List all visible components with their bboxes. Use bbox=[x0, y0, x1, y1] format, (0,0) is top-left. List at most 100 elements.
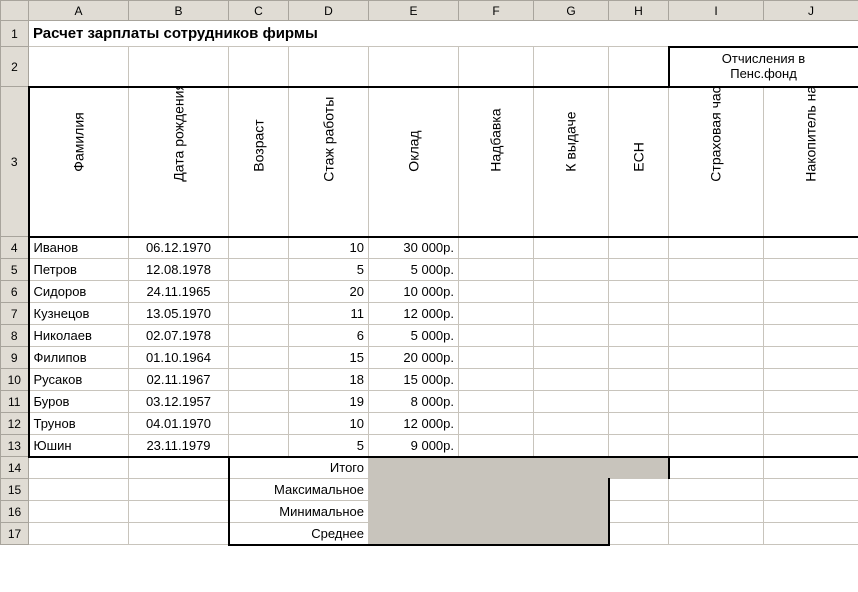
summary-val-F16[interactable] bbox=[459, 501, 534, 523]
cell-surname[interactable]: Трунов bbox=[29, 413, 129, 435]
cell-surname[interactable]: Иванов bbox=[29, 237, 129, 259]
col-header-I[interactable]: I bbox=[669, 1, 764, 21]
cell-accum[interactable] bbox=[764, 391, 858, 413]
cell-age[interactable] bbox=[229, 303, 289, 325]
cell-tenure[interactable]: 19 bbox=[289, 391, 369, 413]
cell-tenure[interactable]: 18 bbox=[289, 369, 369, 391]
row-header-2[interactable]: 2 bbox=[1, 47, 29, 87]
row-header-13[interactable]: 13 bbox=[1, 435, 29, 457]
cell-surname[interactable]: Сидоров bbox=[29, 281, 129, 303]
cell-F2[interactable] bbox=[459, 47, 534, 87]
cell-A15[interactable] bbox=[29, 479, 129, 501]
summary-val-G14[interactable] bbox=[534, 457, 609, 479]
cell-A2[interactable] bbox=[29, 47, 129, 87]
hdr-salary[interactable]: Оклад bbox=[369, 87, 459, 237]
cell-age[interactable] bbox=[229, 237, 289, 259]
cell-dob[interactable]: 04.01.1970 bbox=[129, 413, 229, 435]
cell-E2[interactable] bbox=[369, 47, 459, 87]
cell-H17[interactable] bbox=[609, 523, 669, 545]
row-header-17[interactable]: 17 bbox=[1, 523, 29, 545]
hdr-bonus[interactable]: Надбавка bbox=[459, 87, 534, 237]
cell-insur[interactable] bbox=[669, 325, 764, 347]
select-all-corner[interactable] bbox=[1, 1, 29, 21]
cell-bonus[interactable] bbox=[459, 303, 534, 325]
cell-D2[interactable] bbox=[289, 47, 369, 87]
hdr-surname[interactable]: Фамилия bbox=[29, 87, 129, 237]
row-header-14[interactable]: 14 bbox=[1, 457, 29, 479]
summary-label-avg[interactable]: Среднее bbox=[229, 523, 369, 545]
summary-val-E15[interactable] bbox=[369, 479, 459, 501]
cell-esn[interactable] bbox=[609, 259, 669, 281]
summary-val-G16[interactable] bbox=[534, 501, 609, 523]
cell-B2[interactable] bbox=[129, 47, 229, 87]
cell-accum[interactable] bbox=[764, 237, 858, 259]
cell-insur[interactable] bbox=[669, 237, 764, 259]
row-header-7[interactable]: 7 bbox=[1, 303, 29, 325]
cell-esn[interactable] bbox=[609, 435, 669, 457]
cell-A14[interactable] bbox=[29, 457, 129, 479]
cell-bonus[interactable] bbox=[459, 259, 534, 281]
summary-val-F15[interactable] bbox=[459, 479, 534, 501]
cell-topay[interactable] bbox=[534, 259, 609, 281]
cell-salary[interactable]: 15 000р. bbox=[369, 369, 459, 391]
cell-I15[interactable] bbox=[669, 479, 764, 501]
cell-accum[interactable] bbox=[764, 369, 858, 391]
summary-val-F14[interactable] bbox=[459, 457, 534, 479]
cell-dob[interactable]: 03.12.1957 bbox=[129, 391, 229, 413]
cell-insur[interactable] bbox=[669, 413, 764, 435]
cell-surname[interactable]: Николаев bbox=[29, 325, 129, 347]
cell-age[interactable] bbox=[229, 391, 289, 413]
cell-tenure[interactable]: 15 bbox=[289, 347, 369, 369]
cell-accum[interactable] bbox=[764, 435, 858, 457]
cell-dob[interactable]: 23.11.1979 bbox=[129, 435, 229, 457]
hdr-age[interactable]: Возраст bbox=[229, 87, 289, 237]
col-header-B[interactable]: B bbox=[129, 1, 229, 21]
cell-dob[interactable]: 06.12.1970 bbox=[129, 237, 229, 259]
cell-tenure[interactable]: 10 bbox=[289, 237, 369, 259]
cell-age[interactable] bbox=[229, 325, 289, 347]
cell-G2[interactable] bbox=[534, 47, 609, 87]
row-header-16[interactable]: 16 bbox=[1, 501, 29, 523]
cell-bonus[interactable] bbox=[459, 435, 534, 457]
summary-label-total[interactable]: Итого bbox=[229, 457, 369, 479]
cell-insur[interactable] bbox=[669, 435, 764, 457]
summary-val-G15[interactable] bbox=[534, 479, 609, 501]
row-header-15[interactable]: 15 bbox=[1, 479, 29, 501]
cell-accum[interactable] bbox=[764, 347, 858, 369]
hdr-esn[interactable]: ЕСН bbox=[609, 87, 669, 237]
page-title[interactable]: Расчет зарплаты сотрудников фирмы bbox=[29, 21, 858, 47]
summary-label-max[interactable]: Максимальное bbox=[229, 479, 369, 501]
cell-salary[interactable]: 12 000р. bbox=[369, 413, 459, 435]
cell-surname[interactable]: Филипов bbox=[29, 347, 129, 369]
col-header-D[interactable]: D bbox=[289, 1, 369, 21]
cell-insur[interactable] bbox=[669, 347, 764, 369]
cell-A17[interactable] bbox=[29, 523, 129, 545]
cell-esn[interactable] bbox=[609, 391, 669, 413]
cell-I17[interactable] bbox=[669, 523, 764, 545]
summary-val-E17[interactable] bbox=[369, 523, 459, 545]
cell-topay[interactable] bbox=[534, 413, 609, 435]
cell-age[interactable] bbox=[229, 413, 289, 435]
cell-topay[interactable] bbox=[534, 303, 609, 325]
col-header-H[interactable]: H bbox=[609, 1, 669, 21]
cell-salary[interactable]: 12 000р. bbox=[369, 303, 459, 325]
hdr-topay[interactable]: К выдаче bbox=[534, 87, 609, 237]
cell-J15[interactable] bbox=[764, 479, 858, 501]
cell-dob[interactable]: 02.11.1967 bbox=[129, 369, 229, 391]
cell-C2[interactable] bbox=[229, 47, 289, 87]
cell-surname[interactable]: Петров bbox=[29, 259, 129, 281]
cell-accum[interactable] bbox=[764, 303, 858, 325]
cell-B16[interactable] bbox=[129, 501, 229, 523]
summary-val-E16[interactable] bbox=[369, 501, 459, 523]
cell-bonus[interactable] bbox=[459, 369, 534, 391]
cell-surname[interactable]: Русаков bbox=[29, 369, 129, 391]
cell-bonus[interactable] bbox=[459, 325, 534, 347]
cell-dob[interactable]: 13.05.1970 bbox=[129, 303, 229, 325]
cell-B17[interactable] bbox=[129, 523, 229, 545]
cell-age[interactable] bbox=[229, 435, 289, 457]
hdr-accum[interactable]: Накопитель ная часть bbox=[764, 87, 858, 237]
cell-topay[interactable] bbox=[534, 391, 609, 413]
cell-esn[interactable] bbox=[609, 281, 669, 303]
cell-esn[interactable] bbox=[609, 303, 669, 325]
cell-bonus[interactable] bbox=[459, 237, 534, 259]
